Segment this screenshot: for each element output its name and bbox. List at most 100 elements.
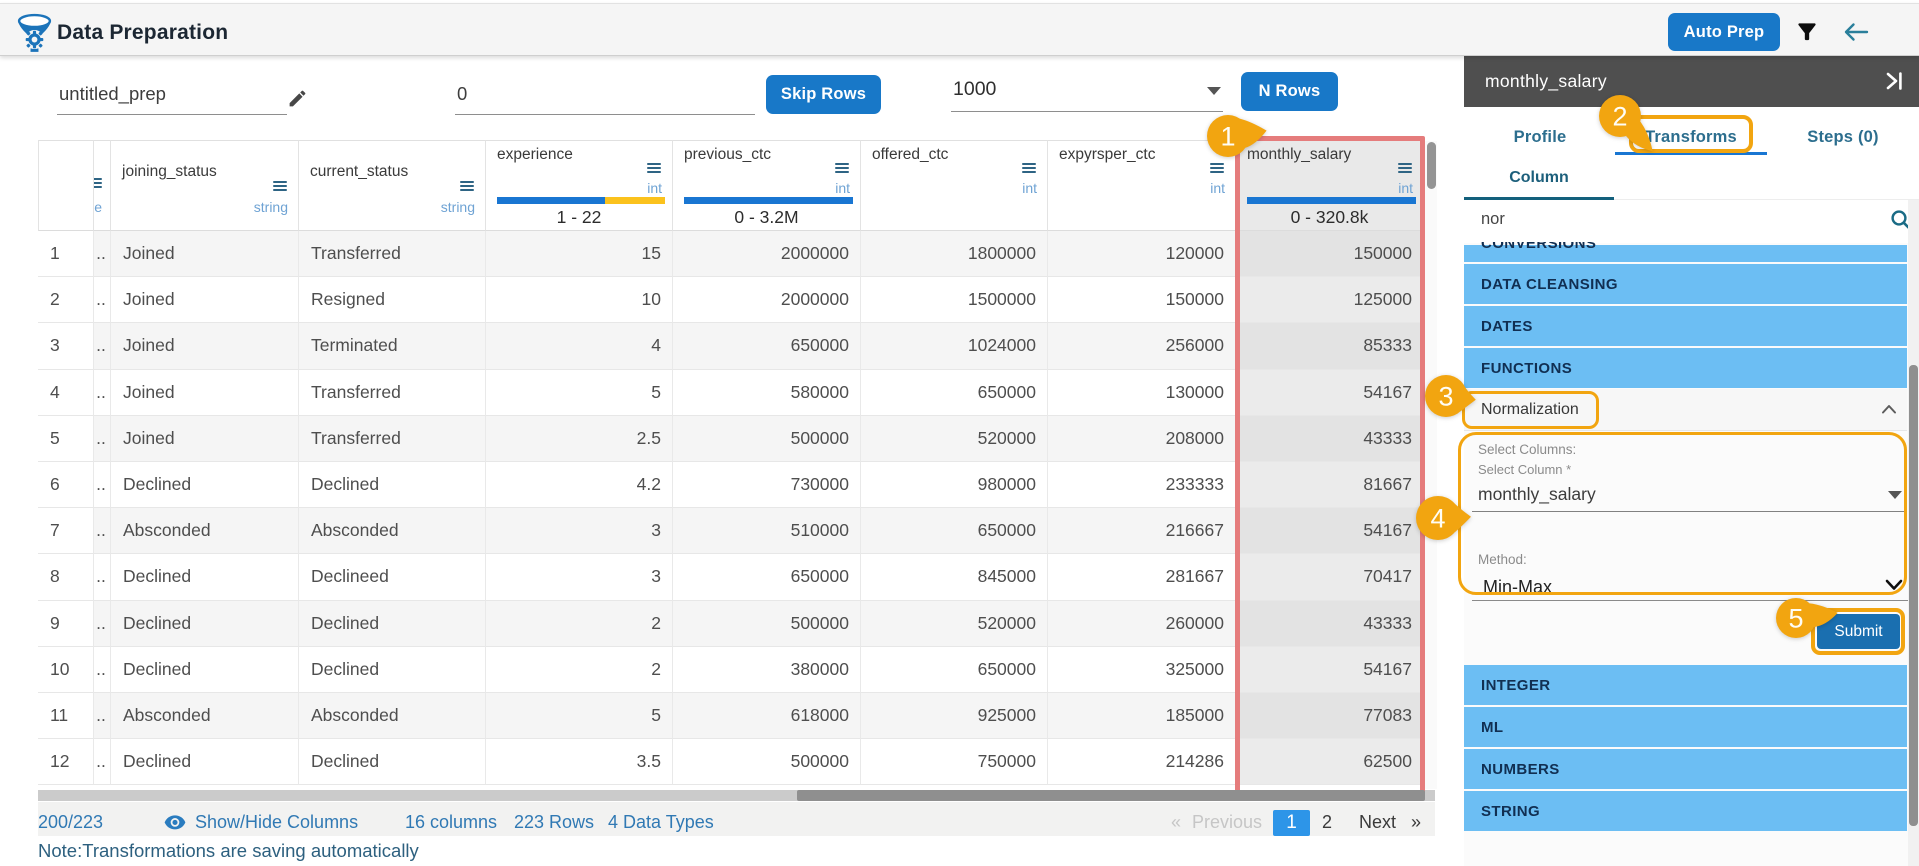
- table-cell[interactable]: 650000: [861, 370, 1048, 416]
- table-cell[interactable]: Declined: [111, 462, 299, 508]
- table-cell[interactable]: 4: [486, 323, 673, 369]
- table-cell[interactable]: ..: [94, 647, 111, 693]
- table-cell[interactable]: Declined: [299, 601, 486, 647]
- eye-icon[interactable]: [163, 814, 187, 831]
- table-cell[interactable]: ..: [94, 416, 111, 462]
- table-cell[interactable]: Joined: [111, 370, 299, 416]
- table-cell[interactable]: Absconded: [111, 508, 299, 554]
- transform-category-ml[interactable]: ML: [1464, 707, 1907, 747]
- table-cell[interactable]: 520000: [861, 416, 1048, 462]
- table-cell[interactable]: Declined: [299, 739, 486, 785]
- table-cell[interactable]: ..: [94, 231, 111, 277]
- table-cell[interactable]: Declined: [111, 647, 299, 693]
- transform-category-numbers[interactable]: NUMBERS: [1464, 749, 1907, 789]
- table-cell[interactable]: 2: [486, 647, 673, 693]
- table-cell[interactable]: 10: [486, 277, 673, 323]
- table-cell[interactable]: 5: [486, 693, 673, 739]
- table-cell[interactable]: 3: [486, 554, 673, 600]
- table-cell[interactable]: 520000: [861, 601, 1048, 647]
- table-cell[interactable]: 500000: [673, 739, 861, 785]
- table-cell[interactable]: 325000: [1048, 647, 1236, 693]
- table-cell[interactable]: 925000: [861, 693, 1048, 739]
- pagination-previous[interactable]: Previous: [1192, 812, 1262, 833]
- category-row-conversions[interactable]: CONVERSIONS: [1464, 242, 1907, 262]
- table-cell[interactable]: Terminated: [299, 323, 486, 369]
- table-cell[interactable]: 380000: [673, 647, 861, 693]
- table-cell[interactable]: 256000: [1048, 323, 1236, 369]
- table-cell[interactable]: Resigned: [299, 277, 486, 323]
- table-cell[interactable]: Transferred: [299, 416, 486, 462]
- table-cell[interactable]: ..: [94, 370, 111, 416]
- transform-category-dates[interactable]: DATES: [1464, 306, 1907, 346]
- table-cell[interactable]: 150000: [1048, 277, 1236, 323]
- back-arrow-icon[interactable]: [1843, 22, 1869, 42]
- column-menu-icon[interactable]: [1022, 163, 1037, 175]
- column-menu-icon[interactable]: [273, 181, 288, 193]
- table-cell[interactable]: 580000: [673, 370, 861, 416]
- table-cell[interactable]: 650000: [673, 554, 861, 600]
- column-menu-icon[interactable]: [460, 181, 475, 193]
- table-cell[interactable]: 510000: [673, 508, 861, 554]
- table-cell[interactable]: 1800000: [861, 231, 1048, 277]
- table-cell[interactable]: 125000: [1236, 277, 1424, 323]
- pagination-next[interactable]: Next: [1359, 812, 1396, 833]
- table-cell[interactable]: 281667: [1048, 554, 1236, 600]
- table-cell[interactable]: Declined: [111, 739, 299, 785]
- table-cell[interactable]: Absconded: [299, 693, 486, 739]
- tab-steps[interactable]: Steps (0): [1767, 107, 1919, 155]
- table-cell[interactable]: 2000000: [673, 231, 861, 277]
- table-cell[interactable]: 15: [486, 231, 673, 277]
- table-cell[interactable]: Joined: [111, 416, 299, 462]
- prep-name-input[interactable]: [57, 83, 287, 115]
- column-menu-icon[interactable]: [94, 178, 102, 190]
- table-cell[interactable]: ..: [94, 508, 111, 554]
- table-cell[interactable]: 500000: [673, 601, 861, 647]
- table-cell[interactable]: 980000: [861, 462, 1048, 508]
- table-cell[interactable]: Absconded: [111, 693, 299, 739]
- transform-category-functions[interactable]: FUNCTIONS: [1464, 348, 1907, 388]
- panel-scrollbar-thumb[interactable]: [1909, 365, 1918, 826]
- table-cell[interactable]: 214286: [1048, 739, 1236, 785]
- transform-category-string[interactable]: STRING: [1464, 791, 1907, 831]
- table-cell[interactable]: ..: [94, 277, 111, 323]
- table-cell[interactable]: 650000: [673, 323, 861, 369]
- table-cell[interactable]: Declined: [111, 601, 299, 647]
- table-cell[interactable]: 130000: [1048, 370, 1236, 416]
- column-header-cut[interactable]: e: [94, 140, 111, 231]
- pagination-page-2[interactable]: 2: [1322, 812, 1332, 833]
- table-cell[interactable]: Joined: [111, 323, 299, 369]
- table-cell[interactable]: 43333: [1236, 601, 1424, 647]
- table-cell[interactable]: ..: [94, 601, 111, 647]
- table-cell[interactable]: ..: [94, 693, 111, 739]
- table-cell[interactable]: 4.2: [486, 462, 673, 508]
- table-horizontal-scrollbar-thumb[interactable]: [797, 790, 1425, 801]
- table-cell[interactable]: 216667: [1048, 508, 1236, 554]
- table-cell[interactable]: 62500: [1236, 739, 1424, 785]
- collapse-panel-icon[interactable]: [1884, 71, 1904, 91]
- table-cell[interactable]: 208000: [1048, 416, 1236, 462]
- pagination-last[interactable]: »: [1411, 812, 1421, 833]
- transform-item-normalization[interactable]: Normalization: [1464, 389, 1907, 431]
- filter-icon[interactable]: [1794, 19, 1820, 45]
- table-cell[interactable]: Declineed: [299, 554, 486, 600]
- table-cell[interactable]: 1500000: [861, 277, 1048, 323]
- table-cell[interactable]: 233333: [1048, 462, 1236, 508]
- table-cell[interactable]: Transferred: [299, 231, 486, 277]
- table-cell[interactable]: 500000: [673, 416, 861, 462]
- edit-pencil-icon[interactable]: [287, 88, 308, 109]
- column-header-offered_ctc[interactable]: offered_ctcint: [861, 140, 1048, 231]
- column-header-joining_status[interactable]: joining_statusstring: [111, 140, 299, 231]
- table-cell[interactable]: Joined: [111, 277, 299, 323]
- column-header-previous_ctc[interactable]: previous_ctcint0 - 3.2M: [673, 140, 861, 231]
- column-header-experience[interactable]: experienceint1 - 22: [486, 140, 673, 231]
- table-cell[interactable]: Declined: [299, 647, 486, 693]
- column-menu-icon[interactable]: [835, 163, 850, 175]
- skip-rows-button[interactable]: Skip Rows: [766, 75, 881, 114]
- table-cell[interactable]: ..: [94, 739, 111, 785]
- column-menu-icon[interactable]: [1398, 163, 1413, 175]
- table-cell[interactable]: 77083: [1236, 693, 1424, 739]
- table-cell[interactable]: Declined: [111, 554, 299, 600]
- table-cell[interactable]: 3: [486, 508, 673, 554]
- search-input[interactable]: nor: [1481, 210, 1505, 229]
- table-cell[interactable]: 650000: [861, 508, 1048, 554]
